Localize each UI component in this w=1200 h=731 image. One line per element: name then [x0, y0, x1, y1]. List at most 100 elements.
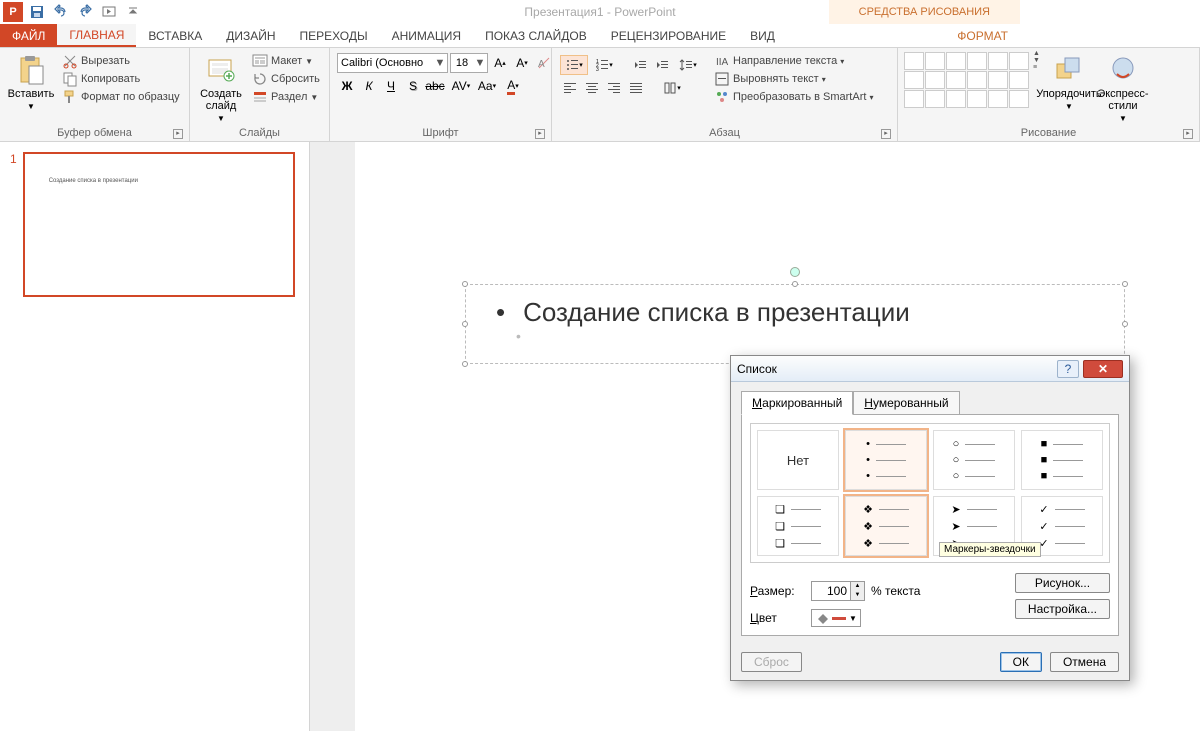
save-icon[interactable] — [26, 1, 48, 23]
size-input[interactable] — [812, 582, 850, 600]
tab-review[interactable]: РЕЦЕНЗИРОВАНИЕ — [599, 24, 738, 47]
numbering-icon[interactable]: 123▾ — [590, 55, 618, 75]
resize-handle[interactable] — [792, 281, 798, 287]
tab-file[interactable]: ФАЙЛ — [0, 24, 57, 47]
resize-handle[interactable] — [462, 361, 468, 367]
color-swatch — [832, 617, 846, 620]
bullet-option-square[interactable]: ■■■ — [1021, 430, 1103, 490]
resize-handle[interactable] — [1122, 281, 1128, 287]
convert-smartart-button[interactable]: Преобразовать в SmartArt ▾ — [714, 89, 873, 105]
resize-handle[interactable] — [1122, 321, 1128, 327]
drawing-launcher-icon[interactable]: ▸ — [1183, 129, 1193, 139]
content-placeholder[interactable]: Создание списка в презентации • — [465, 284, 1125, 364]
app-icon[interactable]: P — [2, 1, 24, 23]
format-painter-button[interactable]: Формат по образцу — [62, 89, 180, 105]
bullet-option-arrow[interactable]: ➤➤➤ Маркеры-звездочки — [933, 496, 1015, 556]
strikethrough-icon[interactable]: abc — [425, 76, 445, 96]
title-bar: P Презентация1 - PowerPoint СРЕДСТВА РИС… — [0, 0, 1200, 24]
grow-font-icon[interactable]: A▴ — [490, 53, 510, 73]
color-label: Цвет — [750, 611, 805, 625]
close-icon[interactable]: ✕ — [1083, 360, 1123, 378]
rotate-handle[interactable] — [790, 267, 800, 277]
tab-format[interactable]: ФОРМАТ — [945, 24, 1020, 47]
text-direction-button[interactable]: IIAНаправление текста ▾ — [714, 53, 873, 69]
increase-indent-icon[interactable] — [652, 55, 672, 75]
reset-dialog-button: Сброс — [741, 652, 802, 672]
shrink-font-icon[interactable]: A▾ — [512, 53, 532, 73]
spin-down-icon[interactable]: ▼ — [851, 591, 864, 600]
start-from-beginning-icon[interactable] — [98, 1, 120, 23]
thumbnail-number: 1 — [10, 152, 17, 297]
underline-icon[interactable]: Ч — [381, 76, 401, 96]
tab-animations[interactable]: АНИМАЦИЯ — [380, 24, 473, 47]
size-spinner[interactable]: ▲▼ — [811, 581, 865, 601]
thumbnail-preview[interactable]: Создание списка в презентации — [23, 152, 295, 297]
tab-slideshow[interactable]: ПОКАЗ СЛАЙДОВ — [473, 24, 599, 47]
picture-button[interactable]: Рисунок... — [1015, 573, 1110, 593]
cut-button[interactable]: Вырезать — [62, 53, 180, 69]
bullet-option-none[interactable]: Нет — [757, 430, 839, 490]
bullet-option-disc[interactable]: ••• — [845, 430, 927, 490]
contextual-tab-label: СРЕДСТВА РИСОВАНИЯ — [829, 0, 1020, 24]
font-size-combo[interactable]: ▼ — [450, 53, 488, 73]
quick-styles-button[interactable]: Экспресс-стили▼ — [1096, 50, 1150, 123]
italic-icon[interactable]: К — [359, 76, 379, 96]
thumbnail-1[interactable]: 1 Создание списка в презентации — [10, 152, 295, 297]
new-slide-button[interactable]: Создать слайд ▼ — [194, 50, 248, 123]
char-spacing-icon[interactable]: AV▾ — [447, 76, 475, 96]
bullet-option-hollow-square[interactable]: ❏❏❏ — [757, 496, 839, 556]
columns-icon[interactable]: ▾ — [658, 78, 686, 98]
paragraph-launcher-icon[interactable]: ▸ — [881, 129, 891, 139]
align-right-icon[interactable] — [604, 78, 624, 98]
align-center-icon[interactable] — [582, 78, 602, 98]
clear-formatting-icon[interactable]: A — [534, 53, 554, 73]
tab-view[interactable]: ВИД — [738, 24, 787, 47]
sub-bullet-placeholder[interactable]: • — [466, 328, 1124, 344]
tab-insert[interactable]: ВСТАВКА — [136, 24, 214, 47]
group-paragraph: ▾ 123▾ ▾ ▾ IIAНаправление текста — [552, 48, 898, 141]
shapes-gallery[interactable] — [902, 50, 1031, 110]
window-title: Презентация1 - PowerPoint — [0, 5, 1200, 19]
resize-handle[interactable] — [462, 321, 468, 327]
customize-button[interactable]: Настройка... — [1015, 599, 1110, 619]
paste-button[interactable]: Вставить ▼ — [4, 50, 58, 111]
tab-transitions[interactable]: ПЕРЕХОДЫ — [288, 24, 380, 47]
layout-button[interactable]: Макет ▼ — [252, 53, 320, 69]
font-name-combo[interactable]: ▼ — [337, 53, 448, 73]
redo-icon[interactable] — [74, 1, 96, 23]
tab-bulleted[interactable]: Маркированный — [741, 391, 853, 415]
arrange-button[interactable]: Упорядочить▼ — [1042, 50, 1096, 111]
bullet-option-diamond[interactable]: ❖❖❖ — [845, 496, 927, 556]
bullet-text[interactable]: Создание списка в презентации — [466, 285, 1124, 328]
size-suffix: % текста — [871, 584, 920, 598]
bullet-option-circle[interactable]: ○○○ — [933, 430, 1015, 490]
color-picker[interactable]: ▼ — [811, 609, 861, 627]
dialog-titlebar[interactable]: Список ? ✕ — [731, 356, 1129, 382]
section-button[interactable]: Раздел ▼ — [252, 89, 320, 105]
help-icon[interactable]: ? — [1057, 360, 1079, 378]
align-text-button[interactable]: Выровнять текст ▾ — [714, 71, 873, 87]
undo-icon[interactable] — [50, 1, 72, 23]
bold-icon[interactable]: Ж — [337, 76, 357, 96]
font-launcher-icon[interactable]: ▸ — [535, 129, 545, 139]
cancel-button[interactable]: Отмена — [1050, 652, 1119, 672]
shadow-icon[interactable]: S — [403, 76, 423, 96]
spin-up-icon[interactable]: ▲ — [851, 582, 864, 591]
copy-button[interactable]: Копировать — [62, 71, 180, 87]
justify-icon[interactable] — [626, 78, 646, 98]
align-left-icon[interactable] — [560, 78, 580, 98]
clipboard-launcher-icon[interactable]: ▸ — [173, 129, 183, 139]
tab-home[interactable]: ГЛАВНАЯ — [57, 24, 136, 47]
bullets-icon[interactable]: ▾ — [560, 55, 588, 75]
reset-button[interactable]: Сбросить — [252, 71, 320, 87]
tab-design[interactable]: ДИЗАЙН — [214, 24, 287, 47]
tab-numbered[interactable]: Нумерованный — [853, 391, 959, 415]
ok-button[interactable]: ОК — [1000, 652, 1042, 672]
svg-text:3: 3 — [596, 67, 599, 72]
decrease-indent-icon[interactable] — [630, 55, 650, 75]
change-case-icon[interactable]: Aa▾ — [477, 76, 497, 96]
resize-handle[interactable] — [462, 281, 468, 287]
qat-customize-icon[interactable] — [122, 1, 144, 23]
font-color-icon[interactable]: A▾ — [499, 76, 527, 96]
line-spacing-icon[interactable]: ▾ — [674, 55, 702, 75]
